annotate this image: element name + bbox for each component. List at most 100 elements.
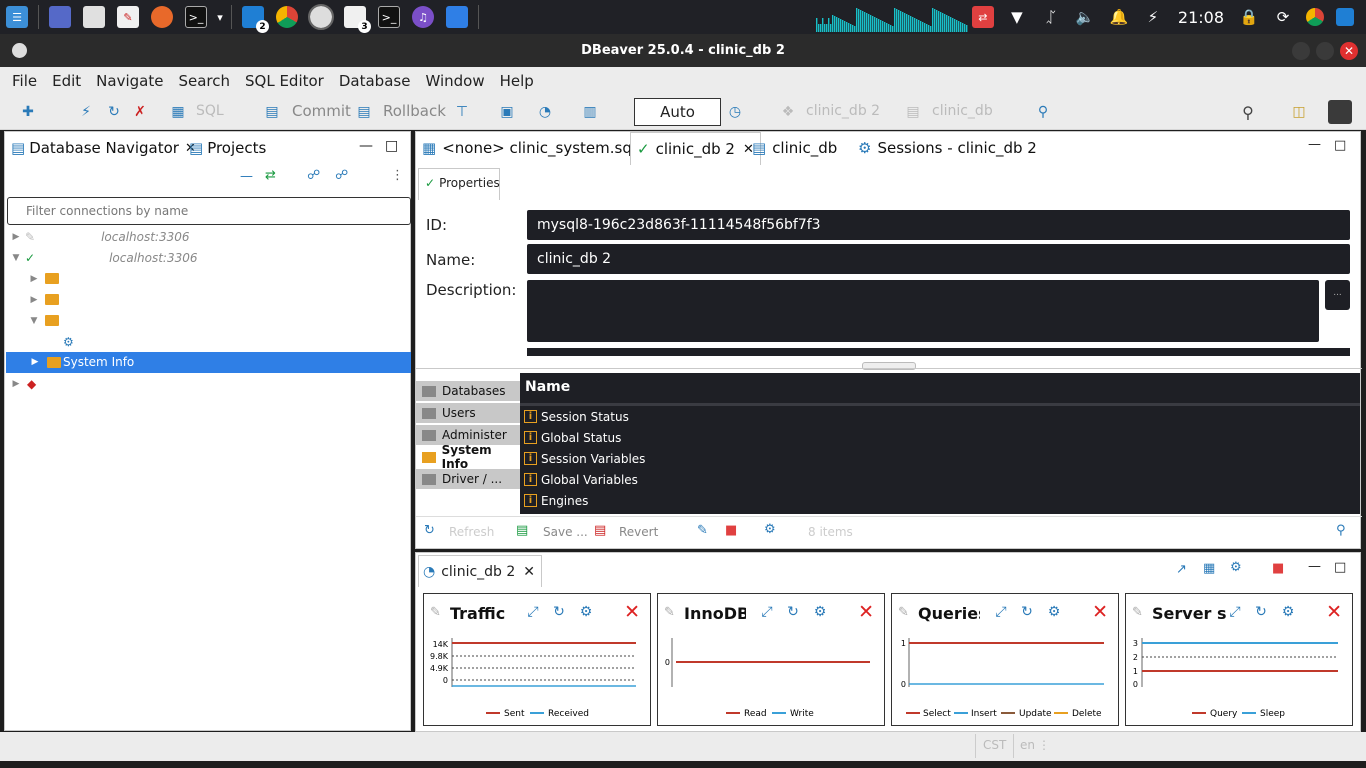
table-row[interactable]: i Session Variables <box>524 448 645 469</box>
new-connection-icon[interactable]: ✚ <box>18 102 38 122</box>
table-row[interactable]: i Engines <box>524 490 588 511</box>
save-icon[interactable]: ▤ <box>516 523 528 538</box>
delete-icon[interactable]: ■ <box>725 523 737 538</box>
dbeaver-icon[interactable] <box>308 4 334 30</box>
reconnect-icon[interactable]: ↻ <box>104 102 124 122</box>
close-icon[interactable]: ✕ <box>858 601 874 623</box>
sql-editor-icon[interactable]: ▦ <box>168 102 188 122</box>
reset-icon[interactable]: ↻ <box>1018 603 1036 621</box>
menu-file[interactable]: File <box>6 72 43 90</box>
connect-icon[interactable]: ⚡ <box>76 102 96 122</box>
perspective-icon[interactable]: ◫ <box>1289 102 1309 122</box>
session-manager-icon[interactable]: ▥ <box>580 102 600 122</box>
expand-icon[interactable]: ⤢ <box>992 603 1010 621</box>
search-icon[interactable]: ⚲ <box>1336 523 1346 538</box>
audio-icon[interactable]: ♫ <box>412 6 434 28</box>
vscode-tray-icon[interactable] <box>1336 8 1354 26</box>
maximize-icon[interactable]: □ <box>385 138 398 154</box>
collapse-all-icon[interactable]: — <box>240 169 253 184</box>
close-icon[interactable]: ✕ <box>1092 601 1108 623</box>
menu-help[interactable]: Help <box>494 72 540 90</box>
commit-icon[interactable]: ▤ <box>262 102 282 122</box>
settings-icon[interactable]: ⚙ <box>811 603 829 621</box>
commit-button[interactable]: Commit <box>292 102 351 120</box>
tree-item-users[interactable]: ▶ <box>29 289 59 310</box>
rollback-icon[interactable]: ▤ <box>354 102 374 122</box>
collapse-icon[interactable]: ▼ <box>11 253 21 263</box>
battery-icon[interactable]: ⚡ <box>1142 6 1164 28</box>
vtab-system-info[interactable]: System Info <box>416 443 520 471</box>
lock-icon[interactable]: ▣ <box>497 102 517 122</box>
maximize-icon[interactable]: □ <box>1334 560 1346 575</box>
rollback-button[interactable]: Rollback <box>383 102 446 120</box>
filter-connections-input[interactable]: Filter connections by name <box>7 197 411 225</box>
expand-icon[interactable]: ▶ <box>11 379 21 389</box>
collapse-icon[interactable]: ▼ <box>29 316 39 326</box>
settings-icon[interactable]: ⚙ <box>1045 603 1063 621</box>
lock-icon[interactable]: 🔒 <box>1238 6 1260 28</box>
tab-projects[interactable]: ▤ Projects <box>189 139 266 157</box>
search-icon[interactable]: ⚲ <box>1238 102 1258 122</box>
chart-icon[interactable]: ↗ <box>1176 562 1187 577</box>
tab-sessions[interactable]: ⚙ Sessions - clinic_db 2 <box>858 139 1037 157</box>
minimize-icon[interactable]: — <box>1308 137 1321 152</box>
vtab-driver[interactable]: Driver / ... <box>416 469 520 490</box>
menu-sql-editor[interactable]: SQL Editor <box>239 72 330 90</box>
transaction-mode-icon[interactable]: ⊤ <box>452 102 472 122</box>
close-icon[interactable]: ✕ <box>523 564 535 587</box>
settings-icon[interactable]: ⚙ <box>1230 560 1242 575</box>
disconnect-icon[interactable]: ✗ <box>130 102 150 122</box>
file-manager-icon[interactable] <box>83 6 105 28</box>
close-icon[interactable]: ✕ <box>1326 601 1342 623</box>
desktop-icon[interactable] <box>49 6 71 28</box>
add-chart-icon[interactable]: ▦ <box>1203 561 1215 576</box>
kali-menu-icon[interactable]: ☰ <box>6 6 28 28</box>
minimize-button[interactable] <box>1292 42 1310 60</box>
tab-properties[interactable]: ✓ Properties <box>418 168 500 200</box>
link-editor-icon[interactable]: ⇄ <box>265 168 276 183</box>
tree-item-connection[interactable]: ▶ ◆ <box>11 373 37 394</box>
table-row[interactable]: i Global Status <box>524 427 621 448</box>
tree-item-databases[interactable]: ▶ <box>29 268 59 289</box>
expand-icon[interactable]: ▶ <box>30 357 40 367</box>
name-field[interactable]: clinic_db 2 <box>527 244 1350 274</box>
menu-window[interactable]: Window <box>419 72 490 90</box>
tree-item-system-info-selected[interactable]: ▶ System Info <box>6 352 411 373</box>
menu-database[interactable]: Database <box>333 72 417 90</box>
description-edit-button[interactable]: ... <box>1325 280 1350 310</box>
bluetooth-icon[interactable]: ᛢ <box>1040 6 1062 28</box>
reset-icon[interactable]: ↻ <box>550 603 568 621</box>
volume-icon[interactable]: 🔈 <box>1074 6 1096 28</box>
expand-icon[interactable]: ▶ <box>29 295 39 305</box>
settings-icon[interactable]: ⚙ <box>577 603 595 621</box>
maximize-icon[interactable]: □ <box>1334 138 1346 153</box>
chevron-down-icon[interactable]: ▾ <box>215 6 225 28</box>
dashboard-icon[interactable]: ◔ <box>535 102 555 122</box>
description-field[interactable] <box>527 280 1319 342</box>
vtab-databases[interactable]: Databases <box>416 381 520 402</box>
firefox-icon[interactable] <box>151 6 173 28</box>
table-row[interactable]: i Session Status <box>524 406 629 427</box>
expand-icon[interactable]: ⤢ <box>758 603 776 621</box>
expand-icon[interactable]: ⤢ <box>1226 603 1244 621</box>
expand-icon[interactable]: ▶ <box>11 232 21 242</box>
tab-dashboard[interactable]: ◔ clinic_db 2 ✕ <box>418 555 543 587</box>
tree-item-connection[interactable]: ▼ ✓ localhost:3306 <box>11 247 198 268</box>
chrome-tray-icon[interactable] <box>1306 8 1324 26</box>
expand-icon[interactable]: ▶ <box>29 274 39 284</box>
tree-item-administer[interactable]: ▼ <box>29 310 59 331</box>
delete-icon[interactable]: ■ <box>1272 561 1284 576</box>
settings-icon[interactable]: ⚙ <box>1279 603 1297 621</box>
minimize-icon[interactable]: — <box>359 138 373 154</box>
settings-icon[interactable]: ⚙ <box>764 522 776 537</box>
revert-button[interactable]: Revert <box>619 525 658 539</box>
menu-edit[interactable]: Edit <box>46 72 87 90</box>
maximize-button[interactable] <box>1316 42 1334 60</box>
refresh-button[interactable]: Refresh <box>449 525 494 539</box>
active-schema-selector[interactable]: clinic_db <box>932 103 993 119</box>
tab-clinic-db-2[interactable]: ✓ clinic_db 2 ✕ <box>630 132 761 165</box>
search-icon[interactable]: ⚲ <box>1033 102 1053 122</box>
tab-database-navigator[interactable]: ▤ Database Navigator ✕ <box>11 139 196 157</box>
edit-icon[interactable]: ✎ <box>697 523 708 538</box>
folder-icon[interactable] <box>446 6 468 28</box>
